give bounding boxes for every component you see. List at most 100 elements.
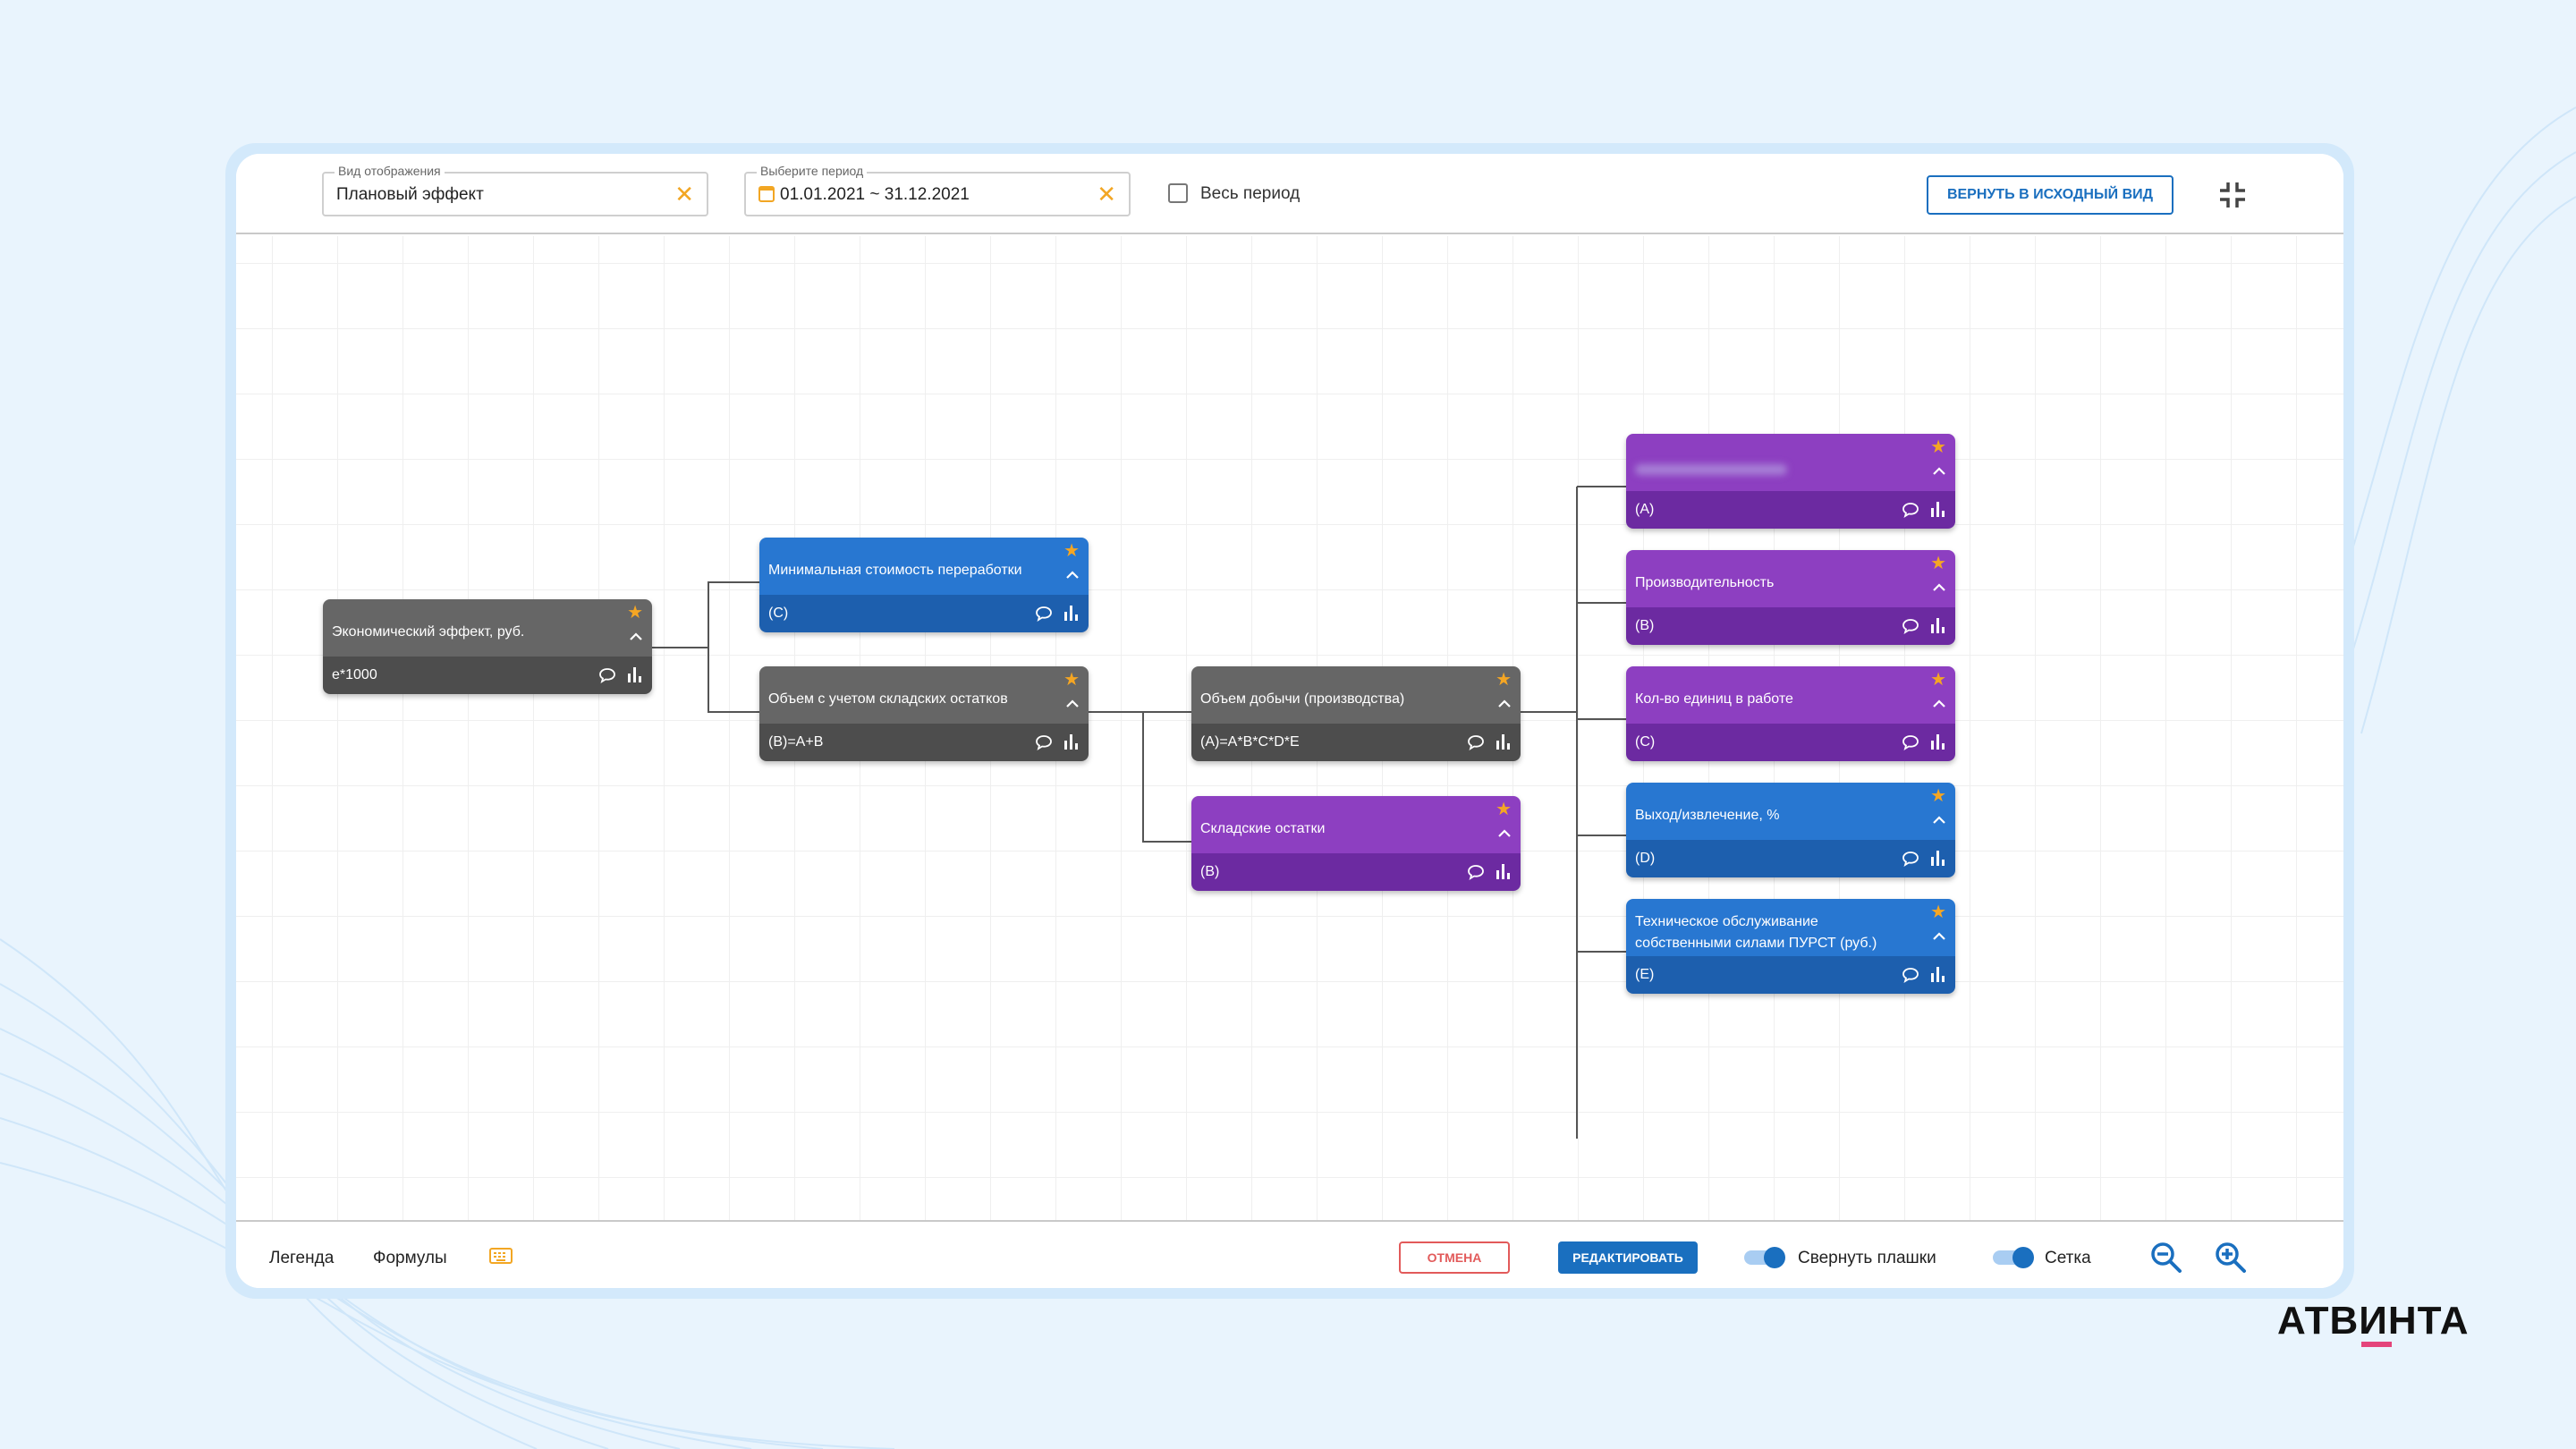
period-label: Выберите период xyxy=(757,164,868,178)
comment-icon[interactable] xyxy=(1902,851,1919,867)
bar-chart-icon[interactable] xyxy=(1496,733,1512,750)
node-footer: (B) xyxy=(1191,853,1521,891)
node-title: Экономический эффект, руб. xyxy=(332,624,525,640)
calendar-icon xyxy=(758,186,775,202)
legend-link[interactable]: Легенда xyxy=(269,1249,334,1268)
zoom-in-icon[interactable] xyxy=(2213,1240,2249,1275)
comment-icon[interactable] xyxy=(1035,606,1053,622)
chevron-up-icon[interactable] xyxy=(1932,697,1946,711)
star-icon[interactable]: ★ xyxy=(1930,670,1946,690)
bar-chart-icon[interactable] xyxy=(1063,733,1080,750)
node-header: ★ Кол-во единиц в работе xyxy=(1626,666,1955,724)
whole-period-checkbox[interactable] xyxy=(1168,183,1188,203)
node-footer: (A) xyxy=(1626,491,1955,529)
bar-chart-icon[interactable] xyxy=(1930,965,1946,983)
grid-label: Сетка xyxy=(2045,1249,2091,1267)
edit-button[interactable]: РЕДАКТИРОВАТЬ xyxy=(1558,1241,1698,1274)
comment-icon[interactable] xyxy=(1467,864,1485,880)
chevron-up-icon[interactable] xyxy=(1932,929,1946,944)
node-title: Кол-во единиц в работе xyxy=(1635,691,1793,707)
node-code: (E) xyxy=(1635,967,1655,982)
star-icon[interactable]: ★ xyxy=(1930,902,1946,922)
node-title: Объем добычи (производства) xyxy=(1200,691,1405,707)
node-code: (A) xyxy=(1635,502,1655,517)
bar-chart-icon[interactable] xyxy=(1930,616,1946,634)
node-title: Минимальная стоимость переработки xyxy=(768,563,1022,578)
node-units-in-operation[interactable]: ★ Кол-во единиц в работе (C) xyxy=(1626,666,1955,761)
node-code: (C) xyxy=(1635,734,1656,750)
node-hidden-parameter[interactable]: ★ (A) xyxy=(1626,434,1955,529)
node-economic-effect[interactable]: ★ Экономический эффект, руб. e*1000 xyxy=(323,599,652,694)
node-code: (D) xyxy=(1635,851,1656,866)
node-productivity[interactable]: ★ Производительность (B) xyxy=(1626,550,1955,645)
node-warehouse-stock[interactable]: ★ Складские остатки (B) xyxy=(1191,796,1521,891)
bar-chart-icon[interactable] xyxy=(1063,604,1080,622)
node-title: Техническое обслуживание собственными си… xyxy=(1635,914,1877,951)
period-picker[interactable]: Выберите период 01.01.2021 ~ 31.12.2021 … xyxy=(744,164,1131,216)
comment-icon[interactable] xyxy=(1902,502,1919,518)
node-header: ★ xyxy=(1626,434,1955,491)
chevron-up-icon[interactable] xyxy=(1932,813,1946,827)
node-header: ★ Объем добычи (производства) xyxy=(1191,666,1521,724)
chevron-up-icon[interactable] xyxy=(1932,464,1946,479)
node-volume-with-stock[interactable]: ★ Объем с учетом складских остатков (B)=… xyxy=(759,666,1089,761)
footer-toolbar: Легенда Формулы ОТМЕНА РЕДАКТИРОВАТЬ Све… xyxy=(236,1220,2343,1288)
node-min-processing-cost[interactable]: ★ Минимальная стоимость переработки (C) xyxy=(759,538,1089,632)
formulas-link[interactable]: Формулы xyxy=(373,1249,447,1268)
comment-icon[interactable] xyxy=(1902,734,1919,750)
star-icon[interactable]: ★ xyxy=(1063,670,1080,690)
chevron-up-icon[interactable] xyxy=(1497,697,1512,711)
chevron-up-icon[interactable] xyxy=(629,630,643,644)
chevron-up-icon[interactable] xyxy=(1497,826,1512,841)
grid-toggle[interactable] xyxy=(1993,1247,2034,1268)
clear-view-icon[interactable]: ✕ xyxy=(674,182,694,207)
exit-fullscreen-icon[interactable] xyxy=(2215,177,2250,213)
node-maintenance[interactable]: ★ Техническое обслуживание собственными … xyxy=(1626,899,1955,994)
node-footer: (C) xyxy=(759,595,1089,632)
chevron-up-icon[interactable] xyxy=(1065,568,1080,582)
star-icon[interactable]: ★ xyxy=(1930,437,1946,457)
chevron-up-icon[interactable] xyxy=(1065,697,1080,711)
clear-period-icon[interactable]: ✕ xyxy=(1097,182,1116,207)
diagram-canvas[interactable]: ★ Экономический эффект, руб. e*1000 ★ Ми… xyxy=(236,236,2343,1220)
bar-chart-icon[interactable] xyxy=(1496,862,1512,880)
comment-icon[interactable] xyxy=(1467,734,1485,750)
view-mode-value: Плановый эффект xyxy=(336,185,484,204)
node-production-volume[interactable]: ★ Объем добычи (производства) (A)=A*B*C*… xyxy=(1191,666,1521,761)
bar-chart-icon[interactable] xyxy=(1930,849,1946,867)
star-icon[interactable]: ★ xyxy=(1496,800,1512,819)
comment-icon[interactable] xyxy=(1902,967,1919,983)
zoom-out-icon[interactable] xyxy=(2148,1240,2184,1275)
toggle-knob xyxy=(1764,1247,1785,1268)
node-code: e*1000 xyxy=(332,667,377,682)
star-icon[interactable]: ★ xyxy=(627,603,643,623)
bar-chart-icon[interactable] xyxy=(627,665,643,683)
toggle-knob xyxy=(2012,1247,2034,1268)
node-footer: (C) xyxy=(1626,724,1955,761)
comment-icon[interactable] xyxy=(598,667,616,683)
node-title: Производительность xyxy=(1635,575,1775,590)
view-mode-select[interactable]: Вид отображения Плановый эффект ✕ xyxy=(322,164,708,216)
bar-chart-icon[interactable] xyxy=(1930,733,1946,750)
app-window: Вид отображения Плановый эффект ✕ Выбери… xyxy=(236,154,2343,1288)
comment-icon[interactable] xyxy=(1902,618,1919,634)
collapse-cards-toggle[interactable] xyxy=(1744,1247,1785,1268)
brand-logo: АТВИНТА xyxy=(2277,1299,2470,1343)
view-mode-label: Вид отображения xyxy=(335,164,445,178)
star-icon[interactable]: ★ xyxy=(1930,554,1946,573)
chevron-up-icon[interactable] xyxy=(1932,580,1946,595)
node-header: ★ Производительность xyxy=(1626,550,1955,607)
whole-period-label: Весь период xyxy=(1200,184,1301,203)
keyboard-icon[interactable] xyxy=(489,1247,513,1267)
reset-view-button[interactable]: ВЕРНУТЬ В ИСХОДНЫЙ ВИД xyxy=(1927,175,2174,215)
node-title: Выход/извлечение, % xyxy=(1635,808,1780,823)
node-title: Складские остатки xyxy=(1200,821,1326,836)
star-icon[interactable]: ★ xyxy=(1930,786,1946,806)
node-header: ★ Техническое обслуживание собственными … xyxy=(1626,899,1955,956)
bar-chart-icon[interactable] xyxy=(1930,500,1946,518)
cancel-button[interactable]: ОТМЕНА xyxy=(1399,1241,1510,1274)
star-icon[interactable]: ★ xyxy=(1496,670,1512,690)
comment-icon[interactable] xyxy=(1035,734,1053,750)
star-icon[interactable]: ★ xyxy=(1063,541,1080,561)
node-yield-recovery[interactable]: ★ Выход/извлечение, % (D) xyxy=(1626,783,1955,877)
